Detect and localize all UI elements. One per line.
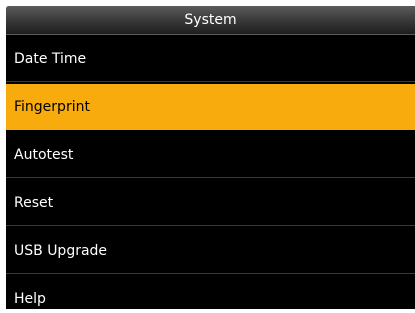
menu-item-label: Autotest xyxy=(14,146,74,163)
screen: System Date Time Fingerprint Autotest Re… xyxy=(6,6,415,309)
menu-item-label: USB Upgrade xyxy=(14,242,108,259)
title-bar: System xyxy=(6,6,415,35)
system-menu: Date Time Fingerprint Autotest Reset USB… xyxy=(6,36,415,309)
menu-item-autotest[interactable]: Autotest xyxy=(6,132,415,178)
menu-item-date-time[interactable]: Date Time xyxy=(6,36,415,82)
menu-item-usb-upgrade[interactable]: USB Upgrade xyxy=(6,228,415,274)
menu-item-reset[interactable]: Reset xyxy=(6,180,415,226)
menu-item-fingerprint[interactable]: Fingerprint xyxy=(6,84,415,130)
page-title: System xyxy=(184,12,237,28)
menu-item-label: Fingerprint xyxy=(14,98,90,115)
menu-item-label: Reset xyxy=(14,194,54,211)
menu-item-label: Help xyxy=(14,290,46,307)
menu-item-label: Date Time xyxy=(14,50,87,67)
device-frame: System Date Time Fingerprint Autotest Re… xyxy=(0,0,415,313)
menu-item-help[interactable]: Help xyxy=(6,276,415,309)
